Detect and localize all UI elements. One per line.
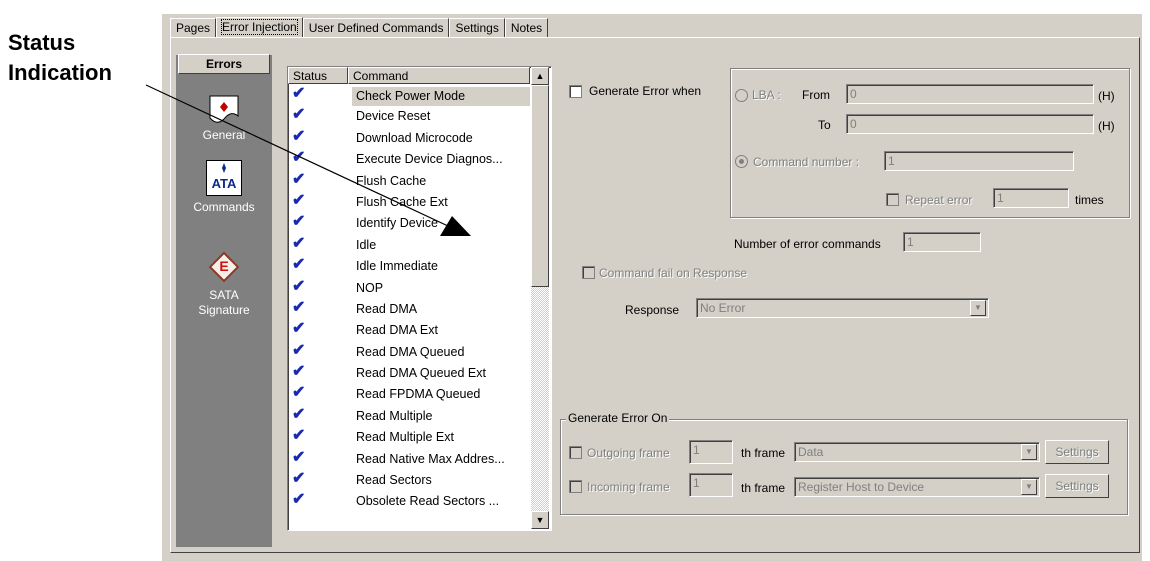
callout-arrow (145, 84, 471, 236)
